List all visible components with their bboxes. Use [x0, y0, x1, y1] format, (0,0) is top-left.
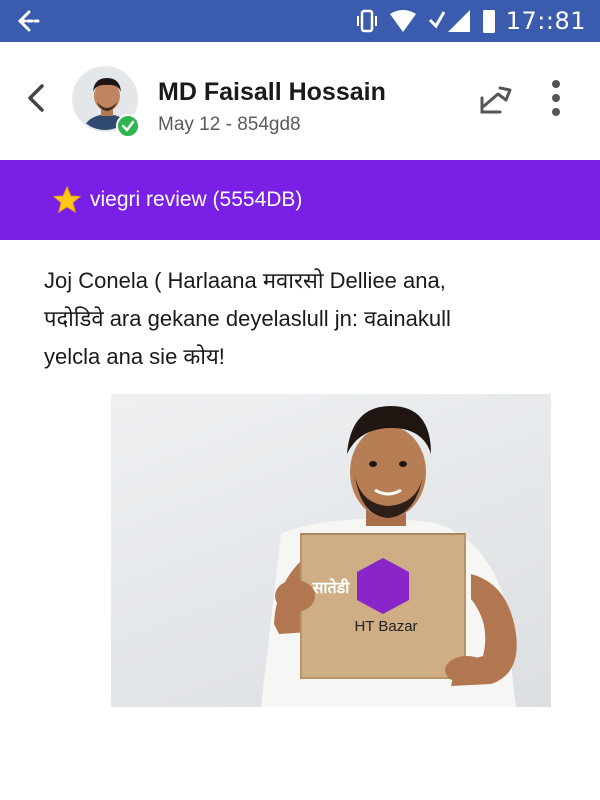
person-with-box-illustration — [261, 406, 517, 707]
signal-icon — [428, 10, 470, 32]
status-time: 17::81 — [505, 7, 586, 35]
review-banner[interactable]: viegri review (5554DB) — [0, 160, 600, 240]
post-body: Joj Conela ( Harlaana मवारसो Delliee ana… — [44, 262, 564, 376]
banner-label: viegri review (5554DB) — [90, 188, 303, 211]
post-line: पदोडिवे ara gekane deyelaslull jn: वaina… — [44, 306, 451, 331]
status-icons: 17::81 — [356, 0, 586, 42]
vibrate-icon — [356, 9, 377, 33]
post-date: May 12 - 854gd8 — [158, 114, 301, 135]
post-photo[interactable]: सातेडी HT Bazar — [111, 394, 551, 707]
post-line: Joj Conela ( Harlaana मवारसो Delliee ana… — [44, 268, 446, 293]
post-line: yelcla ana sie कोय! — [44, 344, 225, 369]
battery-icon — [482, 10, 495, 33]
status-bar: 17::81 — [0, 0, 600, 42]
verified-check-icon — [116, 114, 140, 138]
star-icon — [52, 185, 82, 214]
wifi-icon — [389, 10, 416, 32]
post-header: MD Faisall Hossain May 12 - 854gd8 — [0, 42, 600, 160]
poster-name[interactable]: MD Faisall Hossain — [158, 78, 386, 107]
back-chevron-icon[interactable] — [22, 80, 52, 116]
box-label: HT Bazar — [354, 618, 418, 635]
more-options-icon[interactable] — [540, 76, 572, 120]
back-arrow-icon[interactable] — [12, 6, 42, 36]
share-icon[interactable] — [476, 80, 516, 120]
